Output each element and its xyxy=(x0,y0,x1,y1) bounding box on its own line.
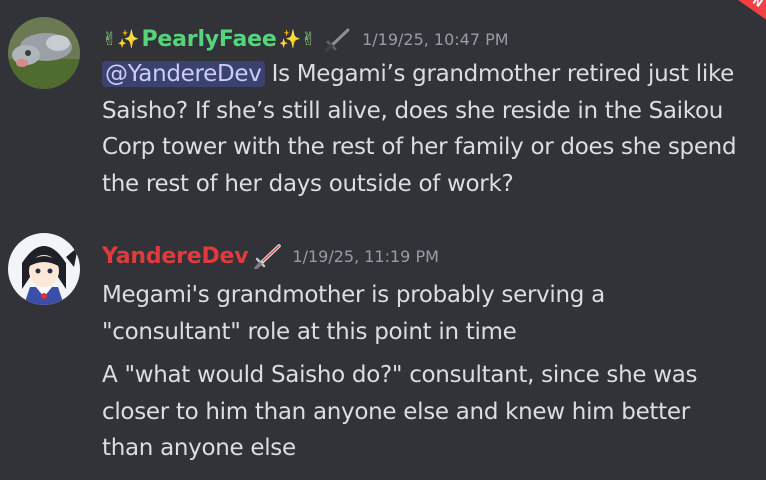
user-mention[interactable]: @YandereDev xyxy=(102,61,265,87)
username-prefix-emoji: ✌✨ xyxy=(102,28,140,50)
username[interactable]: PearlyFaee xyxy=(142,27,277,52)
message-header: ✌✨ PearlyFaee ✨✌ 1/19/25, 10:47 PM xyxy=(102,22,509,56)
message-paragraph: Megami's grandmother is probably serving… xyxy=(102,282,605,345)
username-suffix-emoji: ✨✌ xyxy=(278,28,317,50)
message-item: YandereDev 1/19/25, 11:19 PM Megami's gr… xyxy=(0,215,766,480)
message-paragraph: A "what would Saisho do?" consultant, si… xyxy=(102,362,698,461)
avatar[interactable] xyxy=(8,233,80,305)
message-content: Megami's grandmother is probably serving… xyxy=(102,277,742,467)
timestamp[interactable]: 1/19/25, 10:47 PM xyxy=(362,30,509,49)
timestamp[interactable]: 1/19/25, 11:19 PM xyxy=(292,247,439,266)
dagger-icon[interactable] xyxy=(324,26,354,52)
avatar[interactable] xyxy=(8,17,80,89)
message-item: ✌✨ PearlyFaee ✨✌ 1/19/25, 10:47 PM @Yand… xyxy=(0,0,766,215)
message-content: @YandereDev Is Megami’s grandmother reti… xyxy=(102,56,742,202)
sword-icon[interactable] xyxy=(254,243,284,269)
message-header: YandereDev 1/19/25, 11:19 PM xyxy=(102,239,439,273)
username[interactable]: YandereDev xyxy=(102,244,249,269)
